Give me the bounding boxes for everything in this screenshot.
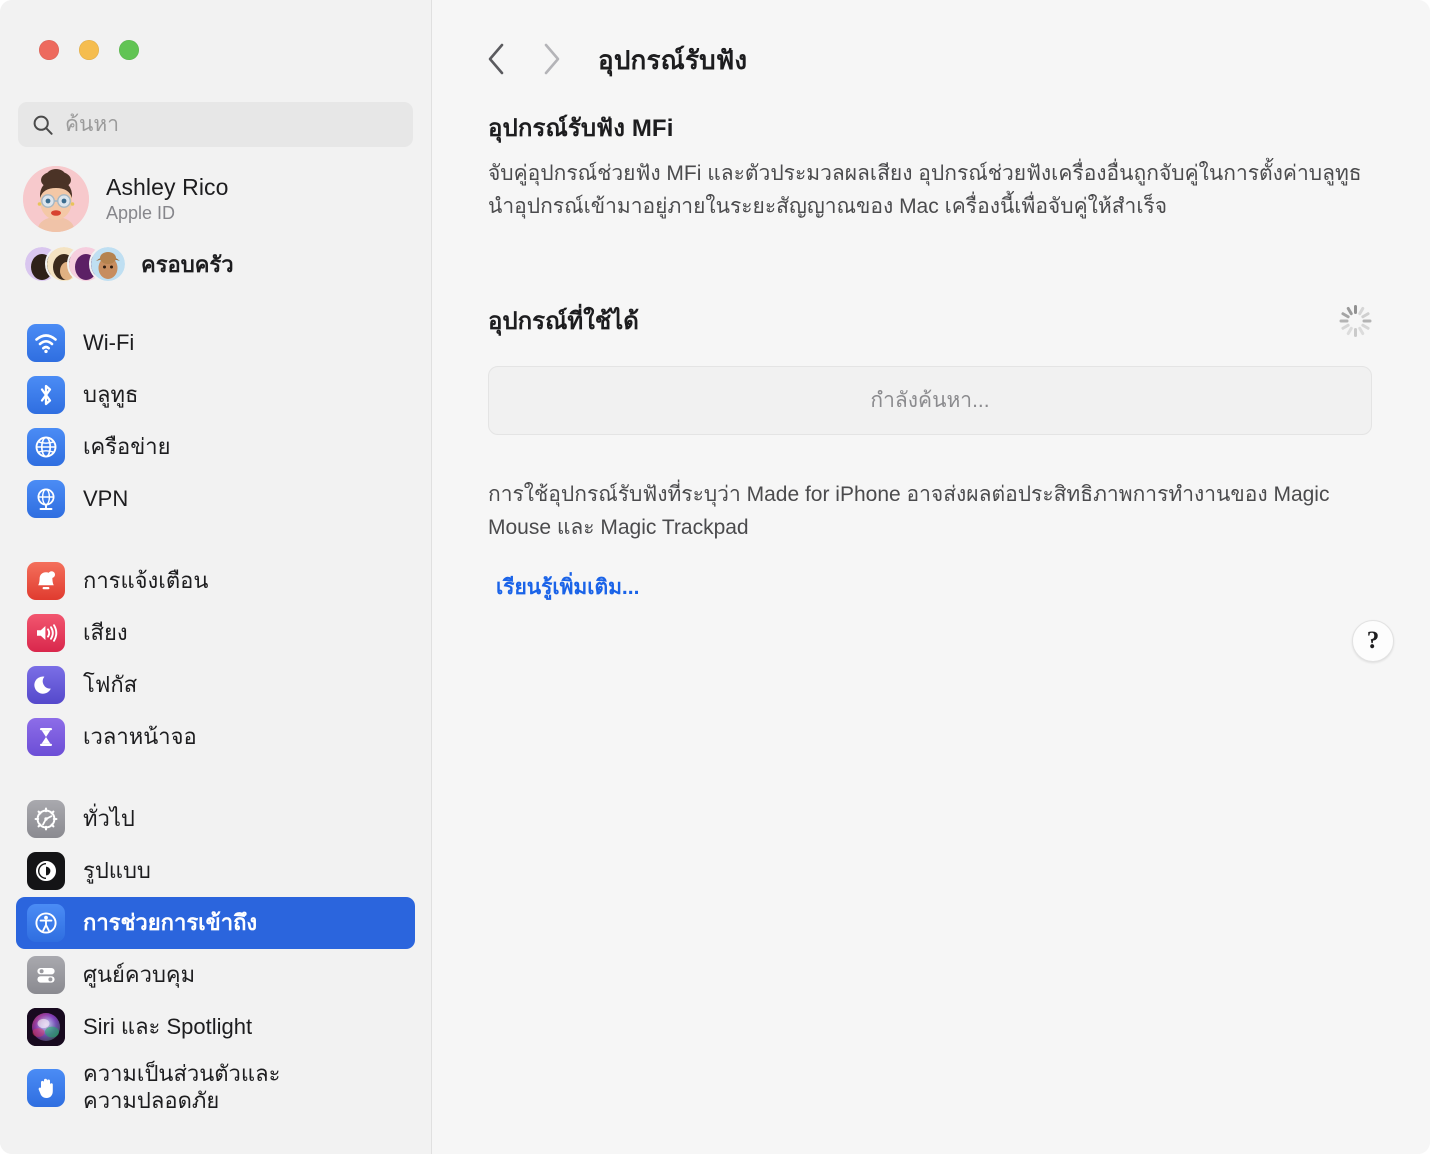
sidebar: Ashley Rico Apple ID: [0, 0, 432, 1154]
available-devices-title: อุปกรณ์ที่ใช้ได้: [488, 308, 639, 336]
sidebar-group-divider: [16, 525, 415, 555]
globe-icon: [27, 428, 65, 466]
family-avatar-stack: [23, 245, 127, 283]
sidebar-scroll-area[interactable]: Ashley Rico Apple ID ครอบครัว Wi-Fi บลูท…: [0, 147, 431, 1154]
siri-icon: [27, 1008, 65, 1046]
loading-spinner-icon: [1338, 304, 1372, 338]
avatar: [23, 166, 89, 232]
sidebar-item-siri-spotlight[interactable]: Siri และ Spotlight: [16, 1001, 415, 1053]
sidebar-group-divider: [16, 763, 415, 793]
mfi-footnote: การใช้อุปกรณ์รับฟังที่ระบุว่า Made for i…: [488, 483, 1330, 539]
searching-status-text: กำลังค้นหา...: [870, 389, 990, 413]
chevron-right-icon: [540, 42, 562, 79]
privacy-label-line2: ความปลอดภัย: [83, 1088, 220, 1113]
accessibility-icon: [27, 904, 65, 942]
sidebar-item-vpn[interactable]: VPN: [16, 473, 415, 525]
back-button[interactable]: [470, 38, 524, 82]
sidebar-item-appearance[interactable]: รูปแบบ: [16, 845, 415, 897]
account-name: Ashley Rico: [106, 174, 229, 200]
sidebar-item-label: Wi-Fi: [83, 329, 135, 355]
maximize-window-button[interactable]: [119, 40, 139, 60]
close-window-button[interactable]: [39, 40, 59, 60]
control-center-icon: [27, 956, 65, 994]
chevron-left-icon: [486, 42, 508, 79]
account-subtitle: Apple ID: [106, 203, 176, 223]
wifi-icon: [27, 324, 65, 362]
sidebar-item-control-center[interactable]: ศูนย์ควบคุม: [16, 949, 415, 1001]
sidebar-item-wifi[interactable]: Wi-Fi: [16, 317, 415, 369]
speaker-icon: [27, 614, 65, 652]
sidebar-item-general[interactable]: ทั่วไป: [16, 793, 415, 845]
sidebar-item-label: การแจ้งเตือน: [83, 567, 209, 593]
sidebar-item-sound[interactable]: เสียง: [16, 607, 415, 659]
gear-icon: [27, 800, 65, 838]
vpn-globe-icon: [27, 480, 65, 518]
sidebar-item-notifications[interactable]: การแจ้งเตือน: [16, 555, 415, 607]
page-title: อุปกรณ์รับฟัง: [598, 44, 748, 75]
main-body: อุปกรณ์รับฟัง MFi จับคู่อุปกรณ์ช่วยฟัง M…: [432, 92, 1430, 604]
learn-more-link[interactable]: เรียนรู้เพิ่มเติม...: [496, 571, 639, 604]
sidebar-item-label: VPN: [83, 485, 129, 511]
family-label: ครอบครัว: [141, 251, 234, 277]
available-devices-box: กำลังค้นหา...: [488, 366, 1372, 436]
sidebar-item-accessibility[interactable]: การช่วยการเข้าถึง: [16, 897, 415, 949]
sidebar-item-label: ทั่วไป: [83, 805, 135, 831]
hourglass-icon: [27, 718, 65, 756]
privacy-label-line1: ความเป็นส่วนตัวและ: [83, 1061, 281, 1087]
family-avatar: [89, 245, 127, 283]
system-settings-window: Ashley Rico Apple ID: [0, 0, 1430, 1154]
help-button[interactable]: ?: [1352, 620, 1394, 662]
sidebar-item-label: ความเป็นส่วนตัวและ ความปลอดภัย: [83, 1061, 280, 1115]
bell-icon: [27, 562, 65, 600]
sidebar-item-bluetooth[interactable]: บลูทูธ: [16, 369, 415, 421]
sidebar-item-label: ศูนย์ควบคุม: [83, 961, 196, 987]
sidebar-item-label: การช่วยการเข้าถึง: [83, 909, 258, 935]
sidebar-group-preferences: ทั่วไป รูปแบบ การช่วยการเข้าถึง ศูนย์ควบ…: [16, 793, 415, 1123]
appearance-icon: [27, 852, 65, 890]
search-input[interactable]: [65, 112, 399, 137]
minimize-window-button[interactable]: [79, 40, 99, 60]
sidebar-item-label: รูปแบบ: [83, 857, 151, 883]
sidebar-item-label: บลูทูธ: [83, 381, 139, 407]
available-devices-header: อุปกรณ์ที่ใช้ได้: [488, 301, 1392, 340]
sidebar-item-label: Siri และ Spotlight: [83, 1013, 253, 1039]
bluetooth-icon: [27, 376, 65, 414]
privacy-hand-icon: [27, 1069, 65, 1107]
mfi-section-description: จับคู่อุปกรณ์ช่วยฟัง MFi และตัวประมวลผลเ…: [488, 162, 1362, 219]
sidebar-item-label: โฟกัส: [83, 671, 138, 697]
account-text: Ashley Rico Apple ID: [106, 174, 229, 224]
sidebar-item-focus[interactable]: โฟกัส: [16, 659, 415, 711]
sidebar-item-screen-time[interactable]: เวลาหน้าจอ: [16, 711, 415, 763]
search-box[interactable]: [18, 102, 413, 147]
sidebar-search-area: [0, 72, 431, 147]
search-icon: [32, 114, 54, 136]
window-traffic-lights: [0, 0, 431, 72]
sidebar-item-privacy-security[interactable]: ความเป็นส่วนตัวและ ความปลอดภัย: [16, 1053, 415, 1123]
sidebar-item-label: เครือข่าย: [83, 433, 171, 459]
sidebar-item-apple-id[interactable]: Ashley Rico Apple ID: [16, 147, 415, 232]
main-header: อุปกรณ์รับฟัง: [432, 0, 1430, 92]
sidebar-item-label: เสียง: [83, 619, 128, 645]
sidebar-group-system: การแจ้งเตือน เสียง โฟกัส เวลาหน้าจอ: [16, 555, 415, 763]
sidebar-item-family[interactable]: ครอบครัว: [16, 229, 415, 287]
sidebar-item-label: เวลาหน้าจอ: [83, 723, 197, 749]
main-panel: อุปกรณ์รับฟัง อุปกรณ์รับฟัง MFi จับคู่อุ…: [432, 0, 1430, 1154]
sidebar-item-network[interactable]: เครือข่าย: [16, 421, 415, 473]
mfi-section-title: อุปกรณ์รับฟัง MFi: [488, 115, 674, 142]
forward-button[interactable]: [524, 38, 578, 82]
sidebar-group-divider: [16, 287, 415, 317]
sidebar-group-network: Wi-Fi บลูทูธ เครือข่าย VPN: [16, 317, 415, 525]
moon-icon: [27, 666, 65, 704]
